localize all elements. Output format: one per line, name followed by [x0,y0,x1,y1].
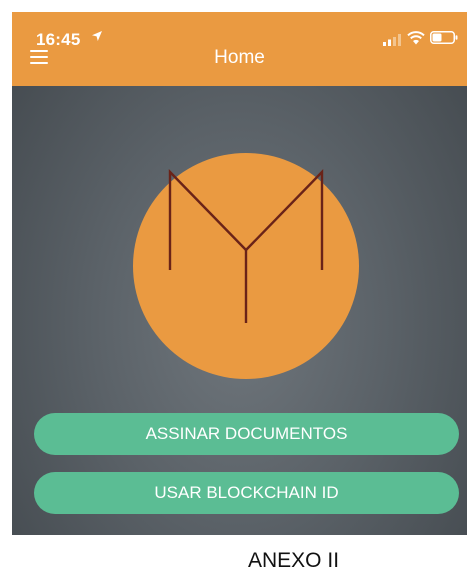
sign-documents-button[interactable]: ASSINAR DOCUMENTOS [34,413,459,455]
battery-icon [430,31,458,44]
wifi-icon [407,31,425,45]
cellular-signal-icon [383,34,401,46]
use-blockchain-id-button[interactable]: USAR BLOCKCHAIN ID [34,472,459,514]
header-bar: 16:45 Home [12,12,467,86]
m-monogram-logo [133,153,359,379]
location-arrow-icon [92,31,102,41]
page-title: Home [214,47,265,68]
caption-area [12,535,467,576]
annex-caption: ANEXO II [248,549,340,572]
app-screen: 16:45 Home ASSINAR DOCUMENTOS USAR BLOCK… [12,12,467,576]
